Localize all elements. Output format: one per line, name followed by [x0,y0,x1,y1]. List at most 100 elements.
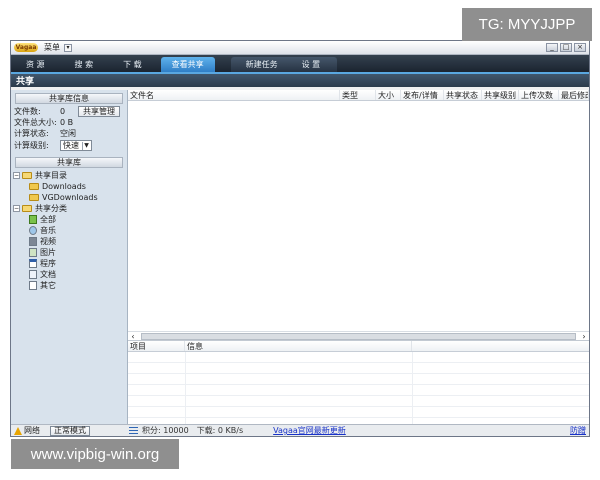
calc-level-label: 计算级别: [14,141,49,150]
all-files-icon [29,215,37,224]
file-count-row: 文件数: 0 共享管理 [13,106,125,117]
calc-state-value: 空闲 [60,129,76,138]
horizontal-scrollbar[interactable]: ‹ › [128,331,589,341]
tree-label: Downloads [42,182,86,191]
file-icon [29,281,37,290]
folder-icon [29,194,39,201]
info-table-header: 项目 信息 [128,341,589,352]
menu-button[interactable]: 菜单 [44,42,60,53]
calc-state-label: 计算状态: [14,129,49,138]
column-divider [412,352,413,424]
calc-level-value: 快速 [63,141,79,150]
tree-label: 文档 [40,270,56,279]
tree-label-categories: 共享分类 [35,204,67,213]
tree-label: 全部 [40,215,56,224]
library-info-header: 共享库信息 [15,93,123,104]
maximize-button[interactable]: □ [560,43,572,52]
file-count-value: 0 [60,107,66,116]
minimize-button[interactable]: _ [546,43,558,52]
stats-icon [129,427,138,434]
column-header-share-status[interactable]: 共享状态 [444,90,482,100]
download-speed-text: 下载: 0 KB/s [196,426,244,435]
tab-settings[interactable]: 设 置 [291,57,332,72]
section-title: 共享 [11,74,589,87]
collapse-icon[interactable]: − [13,172,20,179]
tab-resources[interactable]: 资 源 [15,57,56,72]
folder-open-icon [22,205,32,212]
network-status[interactable]: 网络 [24,425,40,436]
tree-label: 程序 [40,259,56,268]
scroll-left-icon[interactable]: ‹ [128,332,138,341]
watermark-bottom: www.vipbig-win.org [11,439,179,469]
content-area: 共享库信息 文件数: 0 共享管理 文件总大小: 0 B 计算状态: 空闲 计算… [11,90,589,424]
tree-label: 图片 [40,248,56,257]
news-link[interactable]: Vagaa官网最新更新 [273,425,346,436]
collapse-icon[interactable]: − [13,205,20,212]
scroll-right-icon[interactable]: › [579,332,589,341]
program-icon [29,259,37,268]
column-header-item[interactable]: 项目 [128,341,185,351]
calc-level-select[interactable]: 快速 ▼ [60,140,92,151]
calc-level-row: 计算级别: 快速 ▼ [13,139,125,152]
title-bar: Vagaa 菜单 ▾ _ □ × [11,41,589,55]
status-left: 网络 正常模式 [11,425,129,436]
column-header-publish[interactable]: 发布/详情 [401,90,444,100]
mode-button[interactable]: 正常模式 [50,425,90,436]
status-bar: 网络 正常模式 积分: 10000 下载: 0 KB/s Vagaa官网最新更新… [11,424,589,436]
total-size-row: 文件总大小: 0 B [13,117,125,128]
file-count-label: 文件数: [14,107,41,116]
info-list[interactable] [128,352,589,424]
tree-item-downloads[interactable]: Downloads [13,181,125,192]
warning-icon [14,426,22,435]
video-icon [29,237,37,246]
tree-node-dirs[interactable]: − 共享目录 [13,170,125,181]
library-button[interactable]: 共享库 [15,157,123,168]
tab-search[interactable]: 搜 索 [64,57,105,72]
scrollbar-thumb[interactable] [141,332,576,340]
menu-dropdown-icon[interactable]: ▾ [64,43,72,52]
tree-item-other[interactable]: 其它 [13,280,125,291]
column-header-share-level[interactable]: 共享级别 [482,90,519,100]
share-manage-button[interactable]: 共享管理 [78,106,120,117]
right-status-link[interactable]: 防蹭 [570,425,586,436]
tree-item-video[interactable]: 视频 [13,236,125,247]
folder-icon [29,183,39,190]
tree-item-music[interactable]: 音乐 [13,225,125,236]
tree-label: VGDownloads [42,193,98,202]
tree-label-dirs: 共享目录 [35,171,67,180]
tree-node-categories[interactable]: − 共享分类 [13,203,125,214]
calc-state-row: 计算状态: 空闲 [13,128,125,139]
file-list[interactable] [128,101,589,331]
document-icon [29,270,37,279]
folder-open-icon [22,172,32,179]
column-header-type[interactable]: 类型 [340,90,376,100]
tab-view-shared[interactable]: 查看共享 [160,57,215,72]
chevron-down-icon[interactable]: ▼ [82,142,90,150]
points-text: 积分: 10000 [142,426,189,435]
column-header-size[interactable]: 大小 [376,90,401,100]
tree-item-all[interactable]: 全部 [13,214,125,225]
tab-download[interactable]: 下 载 [112,57,153,72]
picture-icon [29,248,37,257]
column-divider [185,352,186,424]
watermark-top: TG: MYYJJPP [462,8,592,41]
total-size-label: 文件总大小: [14,118,57,127]
column-header-last-modified[interactable]: 最后修改 [559,90,589,100]
tree-label: 其它 [40,281,56,290]
column-header-info[interactable]: 信息 [185,341,412,351]
column-header-upload-count[interactable]: 上传次数 [519,90,559,100]
tab-new-task[interactable]: 新建任务 [235,57,289,72]
vagaa-logo: Vagaa [14,43,38,52]
tree-item-vgdownloads[interactable]: VGDownloads [13,192,125,203]
file-table-header: 文件名 类型 大小 发布/详情 共享状态 共享级别 上传次数 最后修改 [128,90,589,101]
tree-item-documents[interactable]: 文档 [13,269,125,280]
window-controls: _ □ × [546,43,586,52]
column-header-filename[interactable]: 文件名 [128,90,340,100]
main-nav: 资 源 搜 索 下 载 查看共享 新建任务 设 置 [11,55,589,74]
tree-item-programs[interactable]: 程序 [13,258,125,269]
share-tree: − 共享目录 Downloads VGDownloads − 共享分类 全部 音… [13,170,125,291]
tree-item-pictures[interactable]: 图片 [13,247,125,258]
total-size-value: 0 B [60,118,74,127]
close-button[interactable]: × [574,43,586,52]
tree-label: 音乐 [40,226,56,235]
